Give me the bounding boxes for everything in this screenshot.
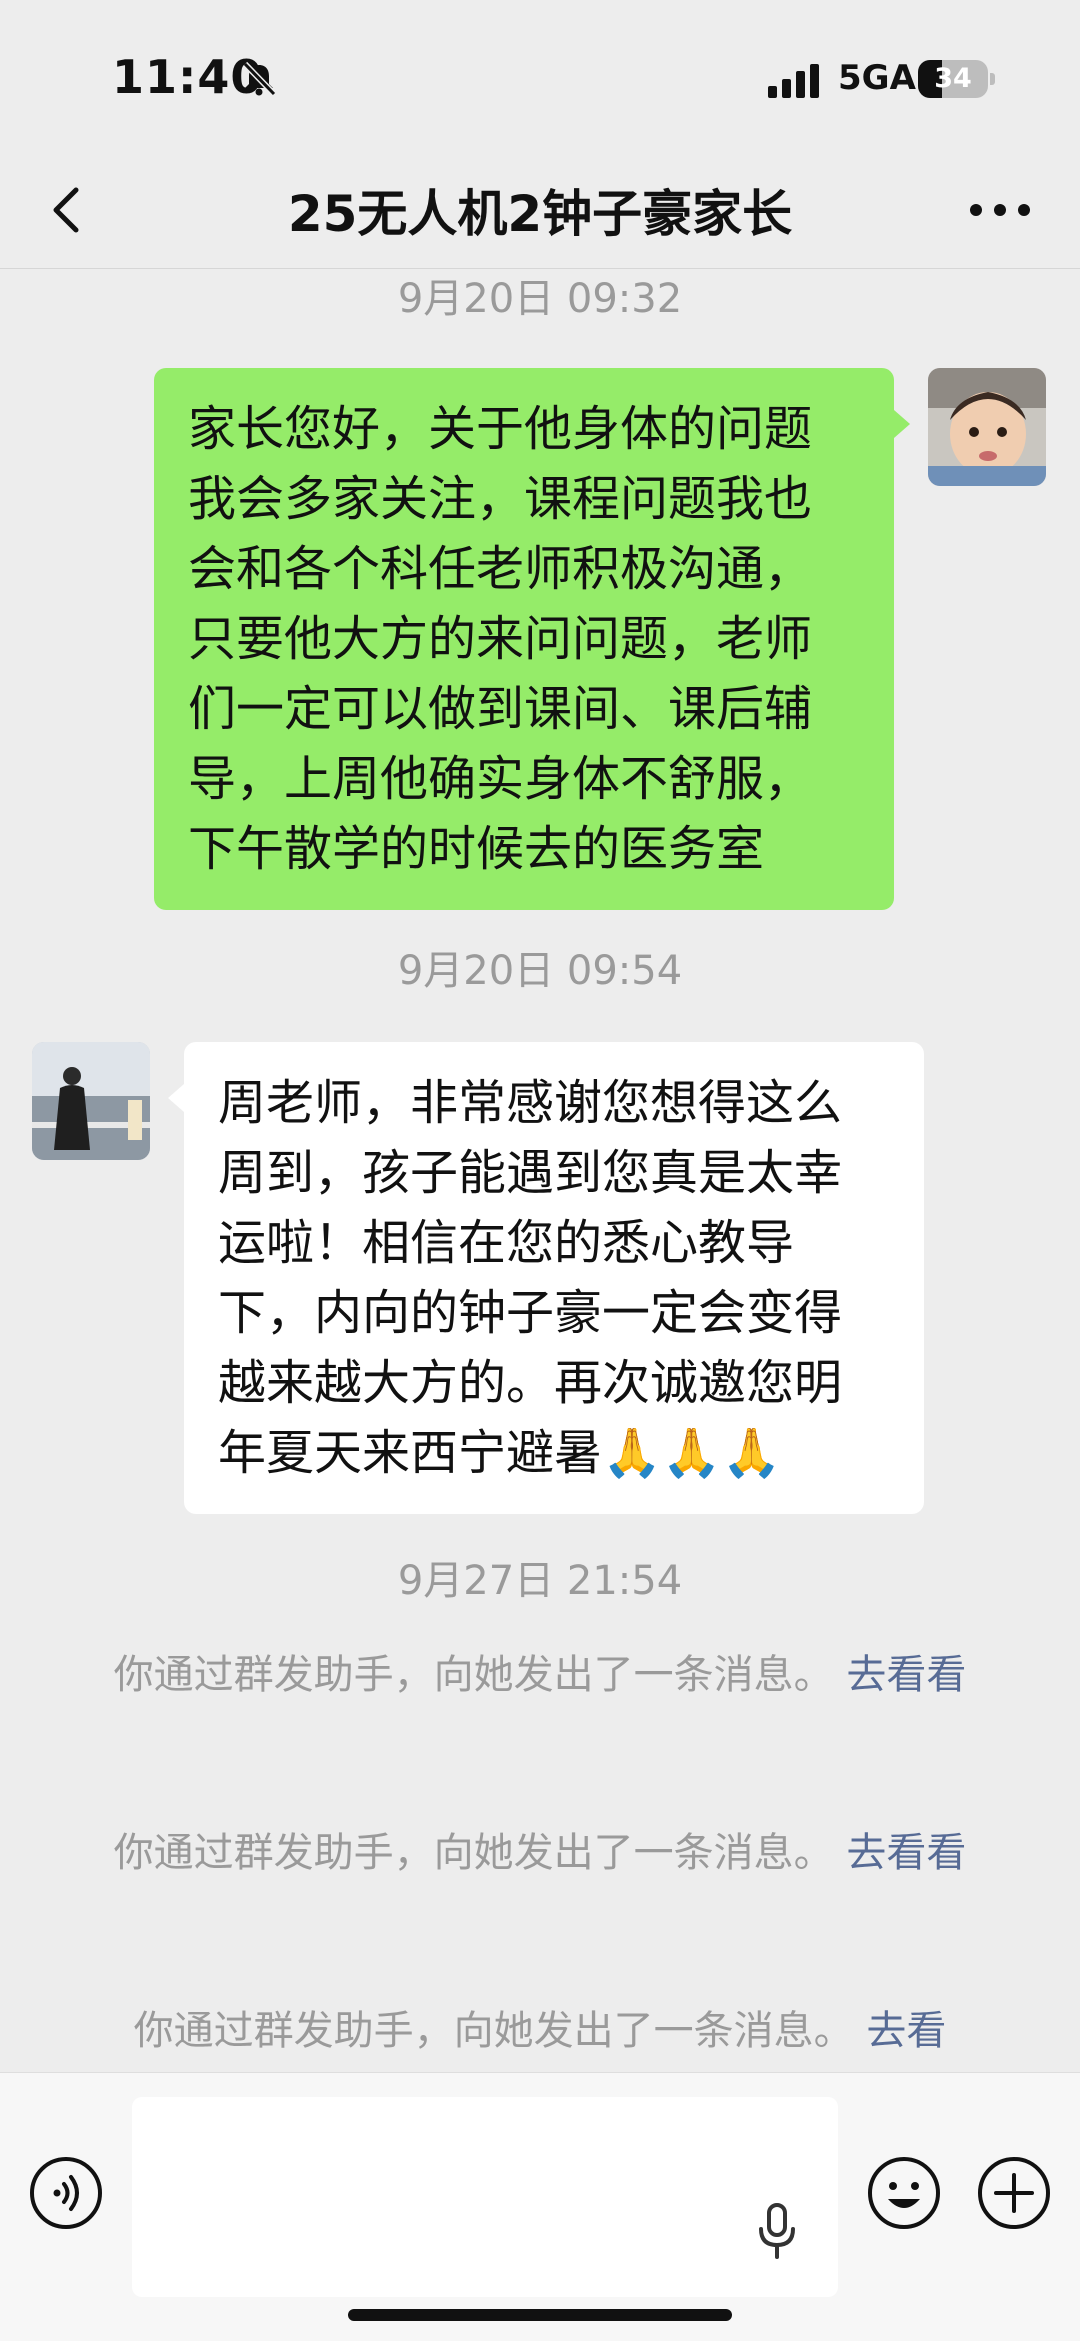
message-timestamp: 9月20日 09:32 — [397, 276, 683, 322]
chat-screen: 11:40 5GA 34 25无人机2钟子豪家长 9月20日 09:32 家长您… — [0, 0, 1080, 2341]
contact-avatar[interactable] — [32, 1042, 150, 1160]
chevron-left-icon[interactable] — [30, 170, 110, 250]
bubble-tail — [168, 1084, 184, 1112]
system-note-text: 你通过群发助手，向她发出了一条消息。 — [113, 1652, 834, 1698]
pray-emoji: 🙏🙏🙏 — [602, 1425, 782, 1481]
chat-title: 25无人机2钟子豪家长 — [287, 185, 793, 243]
bubble-tail — [894, 410, 910, 438]
message-line: 家长您好，关于他身体的问题 — [188, 401, 813, 457]
plus-icon[interactable] — [976, 2155, 1052, 2231]
system-note: 你通过群发助手，向她发出了一条消息。 去看看 — [70, 1640, 1010, 1710]
bell-muted-icon — [242, 61, 277, 97]
message-line: 越来越大方的。再次诚邀您明 — [218, 1355, 843, 1411]
message-line: 周老师，非常感谢您想得这么 — [218, 1075, 843, 1131]
message-line: 年夏天来西宁避暑🙏🙏🙏 — [218, 1418, 890, 1488]
system-timestamp: 9月27日 21:54 — [397, 1558, 683, 1604]
nav-bar: 25无人机2钟子豪家长 — [0, 150, 1080, 270]
battery-level: 34 — [934, 63, 972, 94]
view-link[interactable]: 去看看 — [846, 1652, 966, 1698]
incoming-message-bubble[interactable]: 周老师，非常感谢您想得这么 周到，孩子能遇到您真是太幸 运啦！相信在您的悉心教导… — [184, 1042, 924, 1514]
message-line: 下午散学的时候去的医务室 — [188, 821, 765, 877]
message-line: 运啦！相信在您的悉心教导 — [218, 1215, 795, 1271]
more-dots-icon[interactable] — [950, 170, 1050, 250]
system-note: 你通过群发助手，向她发出了一条消息。 去看 — [70, 1996, 1010, 2066]
system-note-text: 你通过群发助手，向她发出了一条消息。 — [133, 2008, 854, 2054]
message-line: 只要他大方的来问问题，老师 — [188, 611, 813, 667]
input-bar — [0, 2072, 1080, 2341]
mic-icon[interactable] — [752, 2201, 802, 2261]
system-note: 你通过群发助手，向她发出了一条消息。 去看看 — [70, 1818, 1010, 1888]
message-line: 我会多家关注，课程问题我也 — [188, 471, 813, 527]
message-line: 周到，孩子能遇到您真是太幸 — [218, 1145, 843, 1201]
message-text: 年夏天来西宁避暑 — [218, 1425, 603, 1481]
view-link[interactable]: 去看 — [866, 2008, 946, 2054]
message-line: 导，上周他确实身体不舒服， — [188, 751, 813, 807]
outgoing-message-bubble[interactable]: 家长您好，关于他身体的问题 我会多家关注，课程问题我也 会和各个科任老师积极沟通… — [154, 368, 894, 910]
self-avatar[interactable] — [928, 368, 1046, 486]
message-timestamp: 9月20日 09:54 — [397, 948, 683, 994]
view-link[interactable]: 去看看 — [846, 1830, 966, 1876]
voice-icon[interactable] — [28, 2155, 104, 2231]
signal-icon — [768, 64, 819, 98]
network-label: 5GA — [838, 58, 916, 98]
message-line: 下，内向的钟子豪一定会变得 — [218, 1285, 843, 1341]
home-indicator — [348, 2309, 732, 2321]
emoji-icon[interactable] — [866, 2155, 942, 2231]
message-input[interactable] — [132, 2097, 838, 2297]
status-bar: 11:40 5GA 34 — [0, 0, 1080, 150]
battery-icon: 34 — [918, 60, 996, 98]
system-note-text: 你通过群发助手，向她发出了一条消息。 — [113, 1830, 834, 1876]
message-line: 会和各个科任老师积极沟通， — [188, 541, 813, 597]
message-line: 们一定可以做到课间、课后辅 — [188, 681, 813, 737]
